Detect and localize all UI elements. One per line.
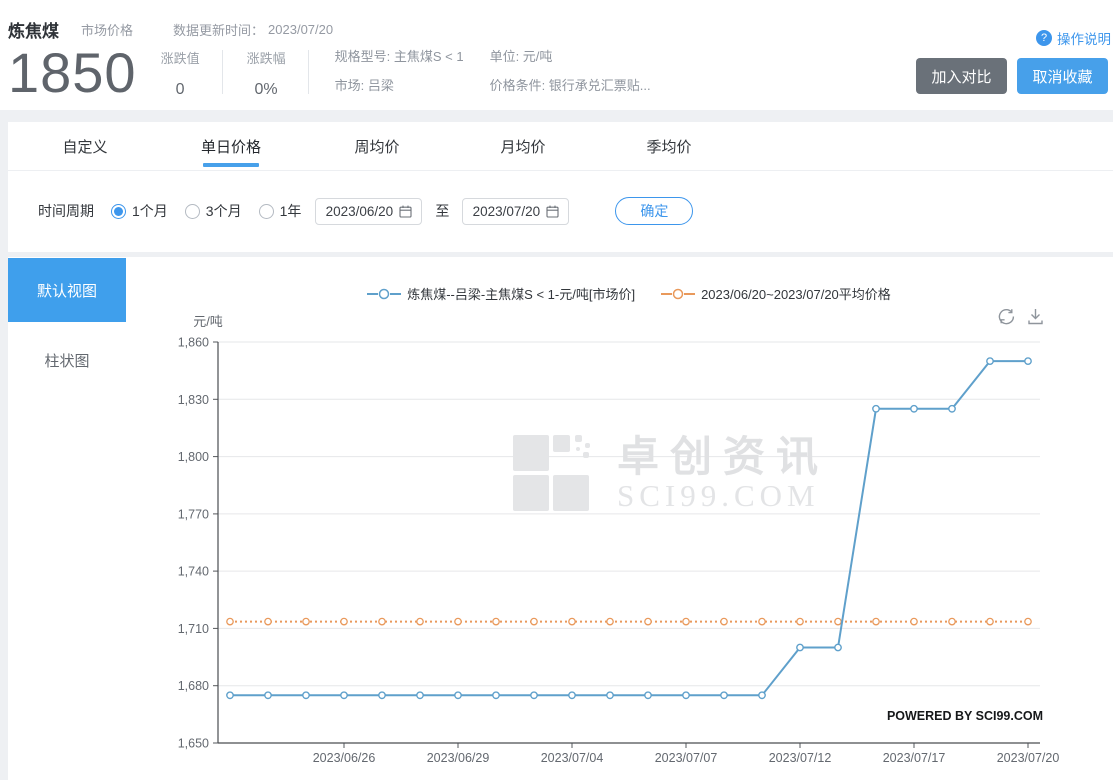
spec-column: 规格型号: 主焦煤S < 1 市场: 吕梁 xyxy=(335,44,464,93)
svg-text:2023/07/07: 2023/07/07 xyxy=(655,751,718,765)
change-pct-block: 涨跌幅 0% xyxy=(247,44,286,99)
question-circle-icon: ? xyxy=(1036,30,1052,46)
spec-model: 规格型号: 主焦煤S < 1 xyxy=(334,49,464,64)
svg-text:1,740: 1,740 xyxy=(178,565,209,579)
divider xyxy=(307,50,309,94)
price-category-label: 市场价格 xyxy=(81,22,134,38)
time-period-label: 时间周期 xyxy=(38,203,94,219)
radio-3-month[interactable]: 3个月 xyxy=(184,201,242,221)
help-label: 操作说明 xyxy=(1057,32,1111,47)
end-date-input[interactable]: 2023/07/20 xyxy=(462,197,570,225)
update-time-value: 2023/07/20 xyxy=(268,21,334,37)
change-pct-label: 涨跌幅 xyxy=(246,51,286,66)
change-value-block: 涨跌值 0 xyxy=(161,44,200,99)
tab-custom[interactable]: 自定义 xyxy=(12,122,158,170)
product-header: 炼焦煤 市场价格 数据更新时间： 2023/07/20 1850 涨跌值 0 涨… xyxy=(0,0,1113,110)
tab-quarterly-avg[interactable]: 季均价 xyxy=(596,122,742,170)
price-condition: 价格条件: 银行承兑汇票贴... xyxy=(489,78,651,93)
tab-weekly-avg[interactable]: 周均价 xyxy=(304,122,450,170)
price-line-chart: 1,650 1,680 1,710 1,740 1,770 1,800 1,830 1,860… xyxy=(178,336,1060,766)
calendar-icon xyxy=(546,205,559,218)
date-range-to-label: 至 xyxy=(435,203,450,219)
svg-text:2023/07/04: 2023/07/04 xyxy=(541,751,604,765)
current-price: 1850 xyxy=(8,41,137,104)
radio-1-year[interactable]: 1年 xyxy=(258,201,301,221)
calendar-icon xyxy=(399,205,412,218)
price-panel: 自定义 单日价格 周均价 月均价 季均价 时间周期 1个月 3个月 1年 202… xyxy=(8,122,1113,252)
update-time-label: 数据更新时间： xyxy=(173,22,265,38)
add-compare-button[interactable]: 加入对比 xyxy=(916,58,1007,94)
svg-text:1,710: 1,710 xyxy=(178,622,209,636)
svg-text:1,830: 1,830 xyxy=(178,393,209,407)
svg-text:1,800: 1,800 xyxy=(178,450,209,464)
time-filter-bar: 时间周期 1个月 3个月 1年 2023/06/20 至 2023/07/20 xyxy=(8,171,1113,251)
unit-column: 单位: 元/吨 价格条件: 银行承兑汇票贴... xyxy=(490,44,651,93)
change-pct: 0% xyxy=(254,81,278,98)
svg-text:1,860: 1,860 xyxy=(178,336,209,350)
tab-daily-price[interactable]: 单日价格 xyxy=(158,122,304,170)
divider xyxy=(221,50,223,94)
svg-text:2023/06/29: 2023/06/29 xyxy=(427,751,490,765)
start-date-input[interactable]: 2023/06/20 xyxy=(315,197,423,225)
change-value: 0 xyxy=(175,81,185,98)
help-link[interactable]: ? 操作说明 xyxy=(1036,28,1111,48)
svg-text:2023/06/26: 2023/06/26 xyxy=(313,751,376,765)
change-value-label: 涨跌值 xyxy=(160,51,200,66)
svg-text:1,680: 1,680 xyxy=(178,679,209,693)
svg-text:1,770: 1,770 xyxy=(178,507,209,521)
radio-icon xyxy=(258,203,274,219)
unit-text: 单位: 元/吨 xyxy=(489,49,553,64)
product-title: 炼焦煤 xyxy=(8,21,59,41)
svg-text:2023/07/17: 2023/07/17 xyxy=(883,751,946,765)
svg-text:2023/07/12: 2023/07/12 xyxy=(769,751,832,765)
tab-monthly-avg[interactable]: 月均价 xyxy=(450,122,596,170)
svg-text:1,650: 1,650 xyxy=(178,737,209,751)
confirm-button[interactable]: 确定 xyxy=(615,197,694,225)
unfavorite-button[interactable]: 取消收藏 xyxy=(1017,58,1108,94)
price-tabs: 自定义 单日价格 周均价 月均价 季均价 xyxy=(8,122,1113,171)
radio-icon xyxy=(111,203,126,219)
chart-section: 默认视图 柱状图 炼焦煤--吕梁-主焦煤S < 1-元/吨[市场价] 2023/… xyxy=(8,257,1113,780)
svg-text:2023/07/20: 2023/07/20 xyxy=(997,751,1060,765)
radio-icon xyxy=(184,203,200,219)
market-name: 市场: 吕梁 xyxy=(334,78,394,93)
powered-by-label: POWERED BY SCI99.COM xyxy=(886,709,1043,723)
radio-1-month[interactable]: 1个月 xyxy=(111,201,168,221)
